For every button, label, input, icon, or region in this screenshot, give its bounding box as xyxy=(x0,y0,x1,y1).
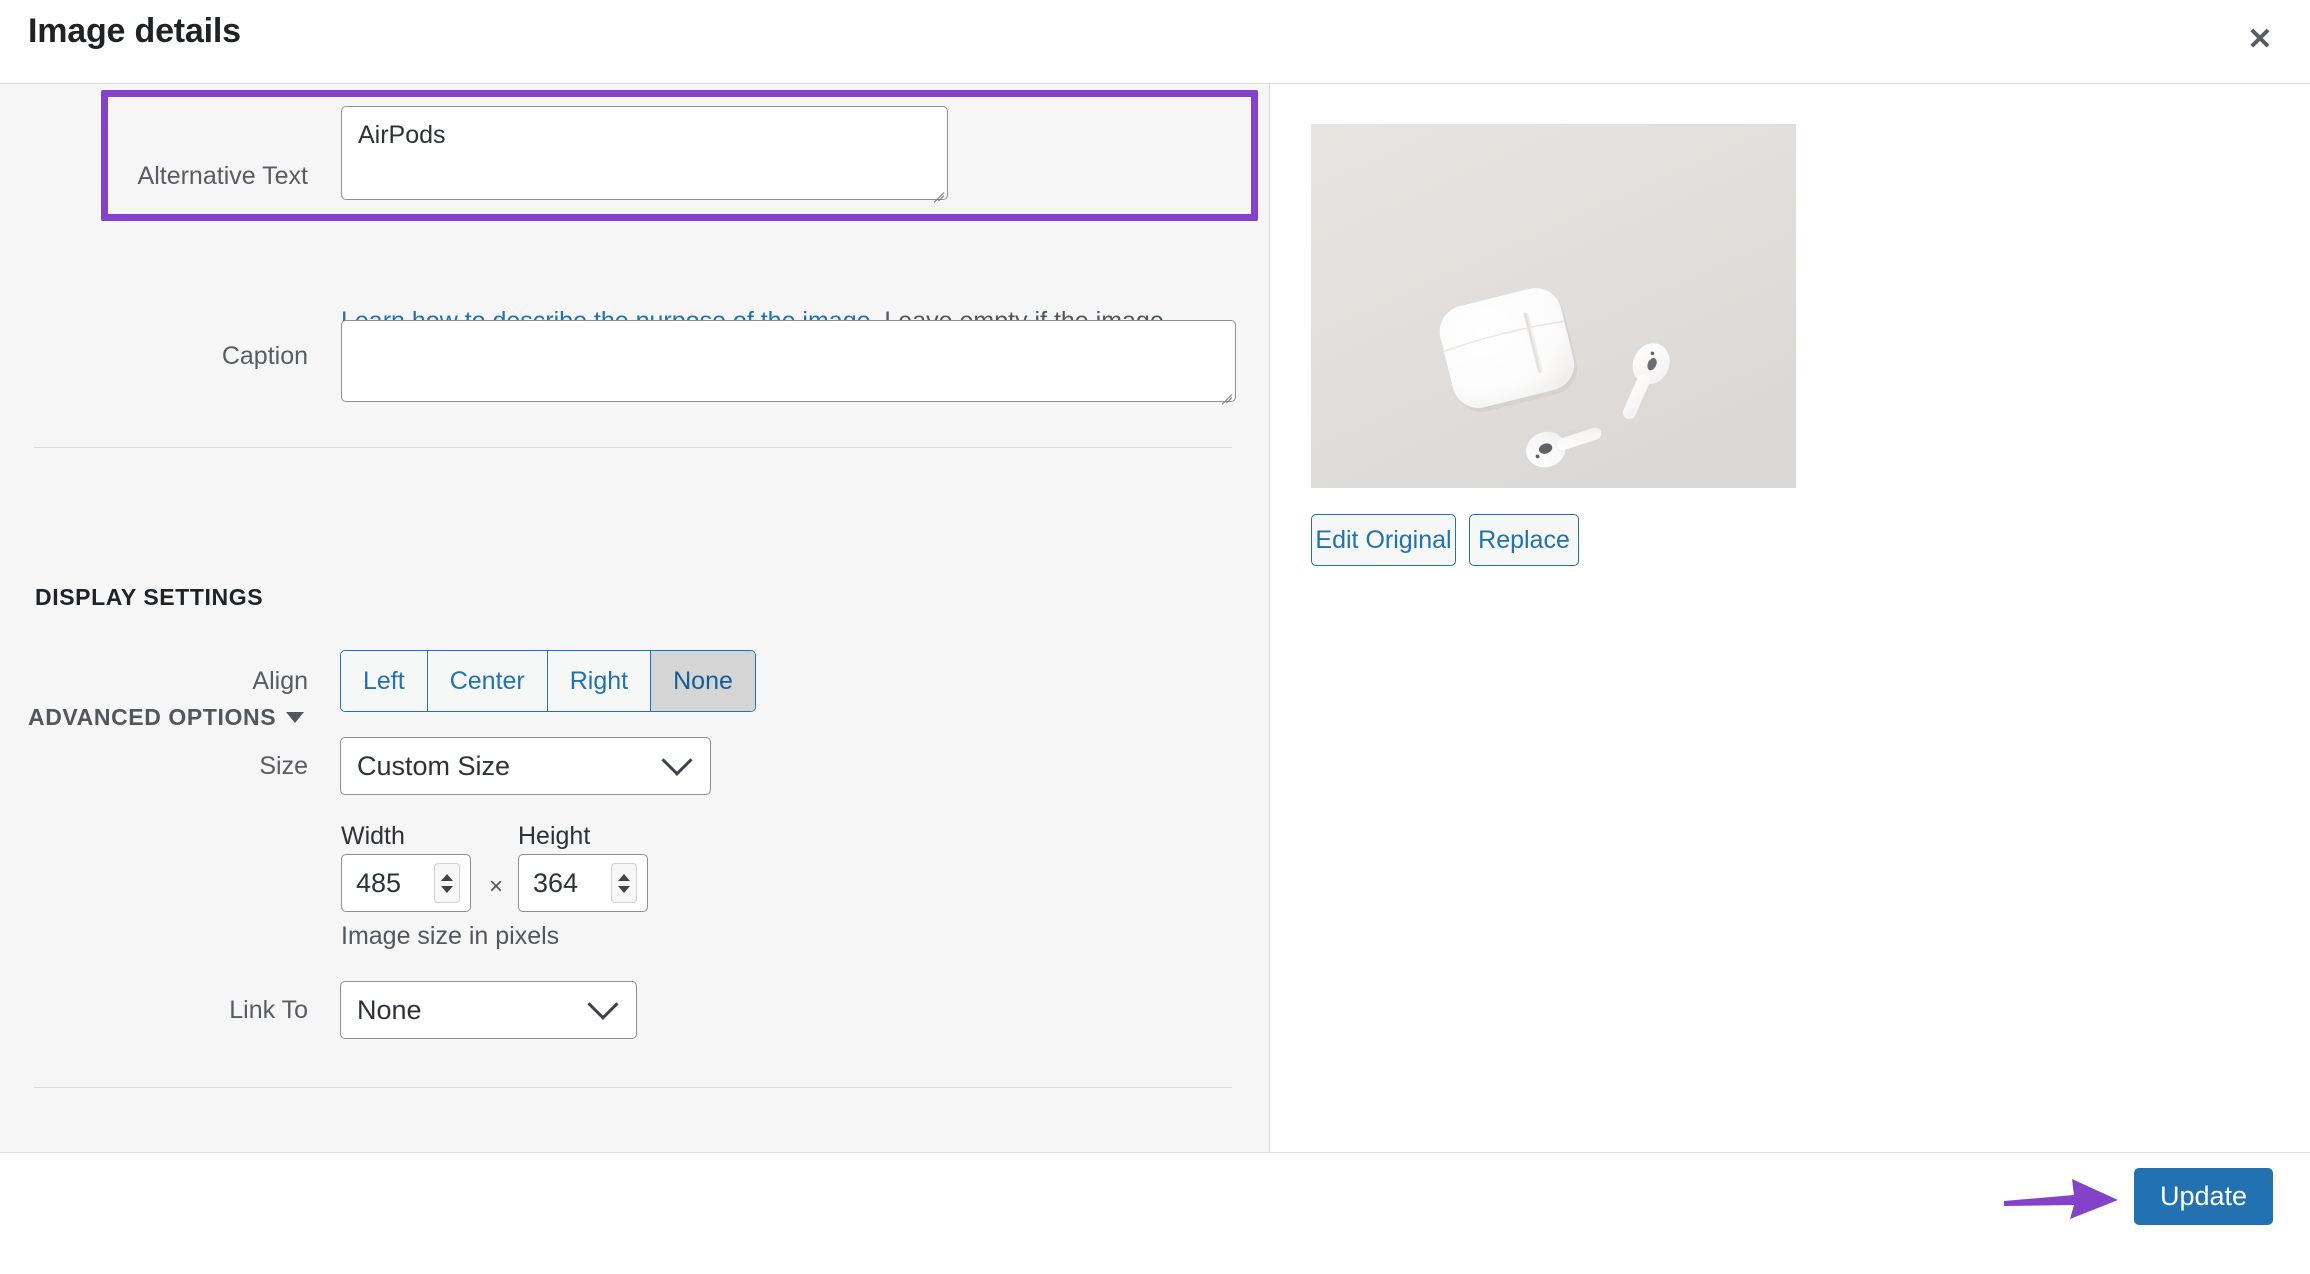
caption-input[interactable] xyxy=(341,320,1236,402)
align-option-none[interactable]: None xyxy=(651,651,755,711)
divider xyxy=(34,447,1232,448)
alt-text-input-wrap xyxy=(341,106,948,203)
height-stepper[interactable] xyxy=(611,863,637,903)
spinner-up-icon xyxy=(441,873,453,881)
height-value: 364 xyxy=(533,867,579,898)
align-label: Align xyxy=(252,667,308,695)
close-icon: ✕ xyxy=(2247,23,2273,56)
purple-arrow-icon xyxy=(2004,1179,2118,1219)
align-button-group: Left Center Right None xyxy=(340,650,756,712)
width-value: 485 xyxy=(356,867,402,898)
spinner-down-icon xyxy=(441,885,453,893)
triangle-down-icon xyxy=(286,712,305,723)
page-title: Image details xyxy=(28,12,241,50)
caption-input-wrap xyxy=(341,320,1236,405)
close-button[interactable]: ✕ xyxy=(2228,8,2292,72)
align-option-left[interactable]: Left xyxy=(341,651,428,711)
chevron-down-icon xyxy=(587,988,619,1020)
width-input[interactable]: 485 xyxy=(341,854,471,912)
modal-body: Alternative Text Learn how to describe t… xyxy=(0,84,2310,1152)
dimension-hint: Image size in pixels xyxy=(341,922,560,950)
alt-text-label: Alternative Text xyxy=(137,162,308,190)
caption-label: Caption xyxy=(221,342,308,370)
link-to-label: Link To xyxy=(229,996,308,1024)
update-button[interactable]: Update xyxy=(2134,1168,2273,1225)
display-settings-heading: DISPLAY SETTINGS xyxy=(35,584,264,610)
edit-original-button[interactable]: Edit Original xyxy=(1311,514,1456,566)
spinner-down-icon xyxy=(618,885,630,893)
image-preview xyxy=(1311,124,1796,488)
width-label: Width xyxy=(341,822,405,850)
divider xyxy=(34,1087,1232,1088)
alt-text-input[interactable] xyxy=(341,106,948,200)
advanced-options-label: ADVANCED OPTIONS xyxy=(28,704,277,730)
modal-footer: Update xyxy=(0,1152,2310,1274)
advanced-options-toggle[interactable]: ADVANCED OPTIONS xyxy=(28,704,305,731)
link-to-select-value: None xyxy=(357,994,422,1025)
width-stepper[interactable] xyxy=(434,863,460,903)
modal-header: Image details ✕ xyxy=(0,0,2310,84)
replace-button[interactable]: Replace xyxy=(1469,514,1579,566)
height-label: Height xyxy=(518,822,591,850)
spinner-up-icon xyxy=(618,873,630,881)
image-details-modal: Image details ✕ Alternative Text Learn h… xyxy=(0,0,2310,1274)
size-select[interactable]: Custom Size xyxy=(340,737,711,795)
size-label: Size xyxy=(259,752,308,780)
dimension-separator: × xyxy=(489,873,504,900)
link-to-select[interactable]: None xyxy=(340,981,637,1039)
align-option-center[interactable]: Center xyxy=(427,651,548,711)
height-input[interactable]: 364 xyxy=(518,854,648,912)
size-select-value: Custom Size xyxy=(357,750,511,781)
settings-pane: Alternative Text Learn how to describe t… xyxy=(0,84,1270,1152)
chevron-down-icon xyxy=(661,744,693,776)
preview-pane: Edit Original Replace xyxy=(1271,84,2310,1152)
align-option-right[interactable]: Right xyxy=(547,651,652,711)
